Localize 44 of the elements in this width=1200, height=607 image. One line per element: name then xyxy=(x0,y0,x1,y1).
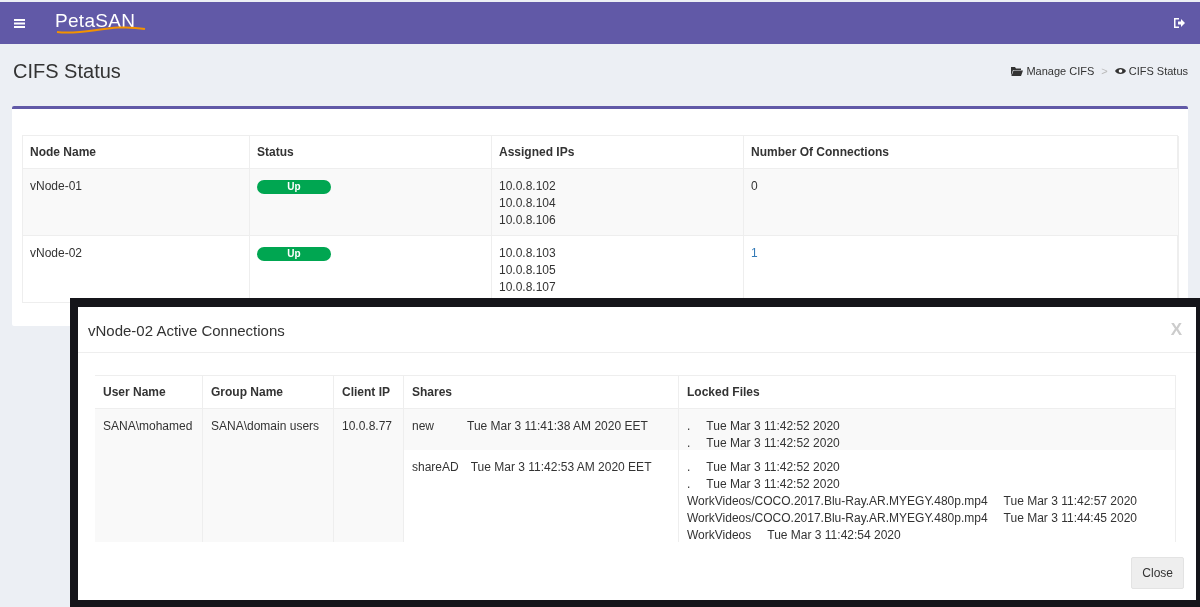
folder-icon xyxy=(1011,66,1024,76)
table-cell: Tue Mar 3 11:42:52 2020 xyxy=(706,419,840,433)
table-cell: 0 xyxy=(751,179,758,193)
table-cell: 10.0.8.104 xyxy=(499,196,556,210)
status-badge: Up xyxy=(257,247,331,261)
table-cell: 10.0.8.103 xyxy=(499,246,556,260)
table-cell: Tue Mar 3 11:42:54 2020 xyxy=(767,528,901,542)
breadcrumb-link[interactable]: Manage CIFS xyxy=(1011,65,1095,77)
breadcrumb-separator: > xyxy=(1101,65,1108,77)
breadcrumb-link[interactable]: CIFS Status xyxy=(1114,65,1188,77)
logo[interactable]: PetaSAN xyxy=(55,11,136,30)
table-cell: 10.0.8.105 xyxy=(499,263,556,277)
close-button[interactable]: Close xyxy=(1131,557,1184,589)
logout-icon[interactable] xyxy=(1174,18,1185,28)
menu-icon[interactable] xyxy=(14,18,25,28)
table-cell: . xyxy=(687,460,691,474)
table-cell: vNode-01 xyxy=(30,179,83,193)
table-cell: . xyxy=(687,419,691,433)
table-cell-text: Tue Mar 3 11:41:38 AM 2020 EET xyxy=(467,419,648,435)
page-title: CIFS Status xyxy=(13,59,121,83)
table-cell: WorkVideos/COCO.2017.Blu-Ray.AR.MYEGY.480p.mp4 xyxy=(687,511,988,525)
table-cell: SANA\domain users xyxy=(211,419,320,433)
table-cell: 10.0.8.106 xyxy=(499,213,556,227)
table-cell: WorkVideos/COCO.2017.Blu-Ray.AR.MYEGY.480p.mp4 xyxy=(687,494,988,508)
status-badge: Up xyxy=(257,180,331,194)
table-cell: Tue Mar 3 11:42:52 2020 xyxy=(706,460,840,474)
table-cell-text: Tue Mar 3 11:42:53 AM 2020 EET xyxy=(470,460,652,476)
table-cell: Tue Mar 3 11:42:57 2020 xyxy=(1003,494,1138,508)
dialog-title: vNode-02 Active Connections xyxy=(88,321,285,339)
table-cell: vNode-02 xyxy=(30,246,83,260)
eye-icon xyxy=(1114,67,1126,75)
table-cell: Tue Mar 3 11:44:45 2020 xyxy=(1003,511,1138,525)
table-cell-text: new xyxy=(412,419,435,435)
table-cell: SANA\mohamed xyxy=(103,419,193,433)
table-cell: . xyxy=(687,436,691,450)
connections-link[interactable]: 1 xyxy=(751,246,758,260)
table-cell: WorkVideos xyxy=(687,528,752,542)
table-cell: Tue Mar 3 11:42:52 2020 xyxy=(706,477,840,491)
table-cell-text: shareAD xyxy=(412,460,459,476)
table-cell: 10.0.8.107 xyxy=(499,280,556,294)
table-cell: 10.0.8.102 xyxy=(499,179,556,193)
table-cell: . xyxy=(687,477,691,491)
table-cell: Tue Mar 3 11:42:52 2020 xyxy=(706,436,840,450)
table-cell: 10.0.8.77 xyxy=(342,419,393,433)
